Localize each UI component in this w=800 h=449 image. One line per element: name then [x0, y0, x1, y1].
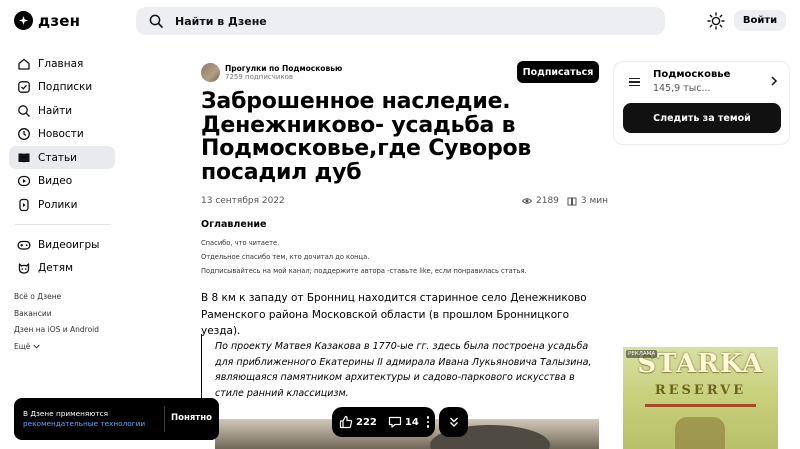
sidebar-item-shorts[interactable]: Ролики — [9, 193, 115, 216]
sidebar-item-label: Ролики — [38, 198, 78, 211]
subscribe-button[interactable]: Подписаться — [517, 61, 599, 83]
ad-banner[interactable]: STARKA RESERVE РЕКЛАМА — [623, 347, 778, 449]
logo[interactable]: дзен — [14, 11, 80, 30]
dzen-logo-icon — [14, 11, 33, 30]
footer-link-about[interactable]: Всё о Дзене — [14, 292, 99, 309]
thumbs-up-icon — [339, 415, 353, 429]
sidebar-item-label: Детям — [38, 262, 74, 274]
shorts-icon — [19, 198, 29, 211]
table-of-contents: Спасибо, что читаете. Отдельное спасибо … — [201, 236, 527, 278]
toast-message: В Дзене применяются рекомендательные тех… — [23, 409, 145, 429]
topic-count: 145,9 тыс... — [653, 83, 711, 94]
article-lead-paragraph: В 8 км к западу от Бронниц находится ста… — [201, 292, 587, 337]
sidebar-item-label: Новости — [38, 128, 84, 140]
sidebar-divider — [15, 224, 111, 225]
search-placeholder: Найти в Дзене — [175, 14, 267, 28]
channel-subscribers: 7259 подписчиков — [225, 73, 294, 81]
sidebar-item-search[interactable]: Найти — [9, 99, 115, 122]
article-stats: 2189 3 мин — [522, 196, 608, 206]
scroll-down-button[interactable] — [439, 407, 468, 437]
comments-count: 14 — [404, 416, 419, 428]
sidebar-item-label: Главная — [38, 57, 84, 70]
toast-text: В Дзене применяются — [23, 409, 109, 418]
reaction-bar: 222 14 — [332, 407, 435, 437]
video-icon — [17, 175, 31, 187]
sidebar-item-label: Найти — [38, 104, 73, 117]
news-icon — [18, 128, 30, 140]
eye-icon — [522, 198, 532, 204]
channel-info[interactable]: Прогулки по Подмосковью 7259 подписчиков — [201, 63, 342, 82]
search-icon — [149, 14, 163, 28]
toast-ok-button[interactable]: Понятно — [171, 413, 212, 423]
double-chevron-down-icon — [449, 417, 458, 427]
follow-topic-button[interactable]: Следить за темой — [623, 103, 781, 133]
sidebar-item-label: Статьи — [38, 151, 78, 164]
ad-label: РЕКЛАМА — [626, 350, 658, 358]
topic-card: Подмосковье 145,9 тыс... Следить за темо… — [613, 61, 790, 145]
publish-date: 13 сентября 2022 — [201, 196, 285, 206]
ad-decor-line — [645, 404, 756, 407]
sun-icon[interactable] — [707, 12, 725, 30]
login-button[interactable]: Войти — [734, 10, 786, 31]
more-label: Ещё — [14, 341, 31, 351]
more-options-icon[interactable] — [426, 416, 430, 428]
article-quote: По проекту Матвея Казакова в 1770-ые гг.… — [201, 334, 599, 404]
sidebar-item-label: Видео — [38, 175, 73, 187]
recommendation-toast: В Дзене применяются рекомендательные тех… — [14, 398, 219, 440]
search-input[interactable]: Найти в Дзене — [136, 7, 665, 35]
sidebar-item-articles[interactable]: Статьи — [9, 146, 115, 169]
footer-link-apps[interactable]: Дзен на iOS и Android — [14, 325, 99, 342]
ad-bottle-image — [675, 417, 725, 449]
ad-subtitle: RESERVE — [654, 383, 747, 398]
sidebar-nav: Главная Подписки Найти Новости Статьи Ви… — [9, 52, 115, 280]
likes-count: 222 — [356, 416, 377, 428]
sidebar-item-home[interactable]: Главная — [9, 52, 115, 75]
footer-link-more[interactable]: Ещё — [14, 342, 99, 359]
toc-item[interactable]: Отдельное спасибо тем, кто дочитал до ко… — [201, 250, 527, 264]
chevron-right-icon[interactable] — [769, 76, 779, 86]
home-icon — [18, 58, 30, 70]
toc-title: Оглавление — [201, 219, 267, 230]
sidebar-item-label: Подписки — [38, 81, 93, 93]
gamepad-icon — [17, 240, 31, 250]
channel-name[interactable]: Прогулки по Подмосковью — [225, 64, 342, 73]
sidebar-item-kids[interactable]: Детям — [9, 257, 115, 280]
sidebar-item-video[interactable]: Видео — [9, 170, 115, 193]
footer-link-jobs[interactable]: Вакансии — [14, 309, 99, 326]
article-title: Заброшенное наследие. Денежниково- усадь… — [201, 89, 532, 185]
comment-icon — [388, 416, 401, 428]
comments-button[interactable]: 14 — [388, 415, 419, 429]
like-button[interactable]: 222 — [339, 415, 377, 429]
articles-icon — [18, 153, 30, 163]
footer-links: Всё о Дзене Вакансии Дзен на iOS и Andro… — [14, 292, 99, 358]
channel-avatar[interactable] — [201, 63, 220, 82]
read-time-icon — [567, 197, 577, 206]
read-time: 3 мин — [580, 196, 609, 206]
sidebar-item-news[interactable]: Новости — [9, 123, 115, 146]
toast-divider — [164, 406, 165, 432]
search-icon — [18, 104, 30, 117]
topic-name[interactable]: Подмосковье — [653, 69, 730, 80]
toc-item[interactable]: Спасибо, что читаете. — [201, 236, 527, 250]
sidebar-item-subscriptions[interactable]: Подписки — [9, 76, 115, 99]
subscriptions-icon — [18, 81, 30, 93]
sidebar-item-label: Видеоигры — [38, 238, 100, 251]
toc-item[interactable]: Подписывайтесь на мой канал; поддержите … — [201, 264, 527, 278]
toast-link[interactable]: рекомендательные технологии — [23, 419, 145, 429]
sidebar-item-videogames[interactable]: Видеоигры — [9, 233, 115, 256]
views-count: 2189 — [536, 196, 559, 206]
menu-icon — [629, 78, 640, 86]
chevron-down-icon — [33, 344, 40, 349]
kids-icon — [18, 263, 30, 274]
logo-text: дзен — [38, 11, 81, 30]
